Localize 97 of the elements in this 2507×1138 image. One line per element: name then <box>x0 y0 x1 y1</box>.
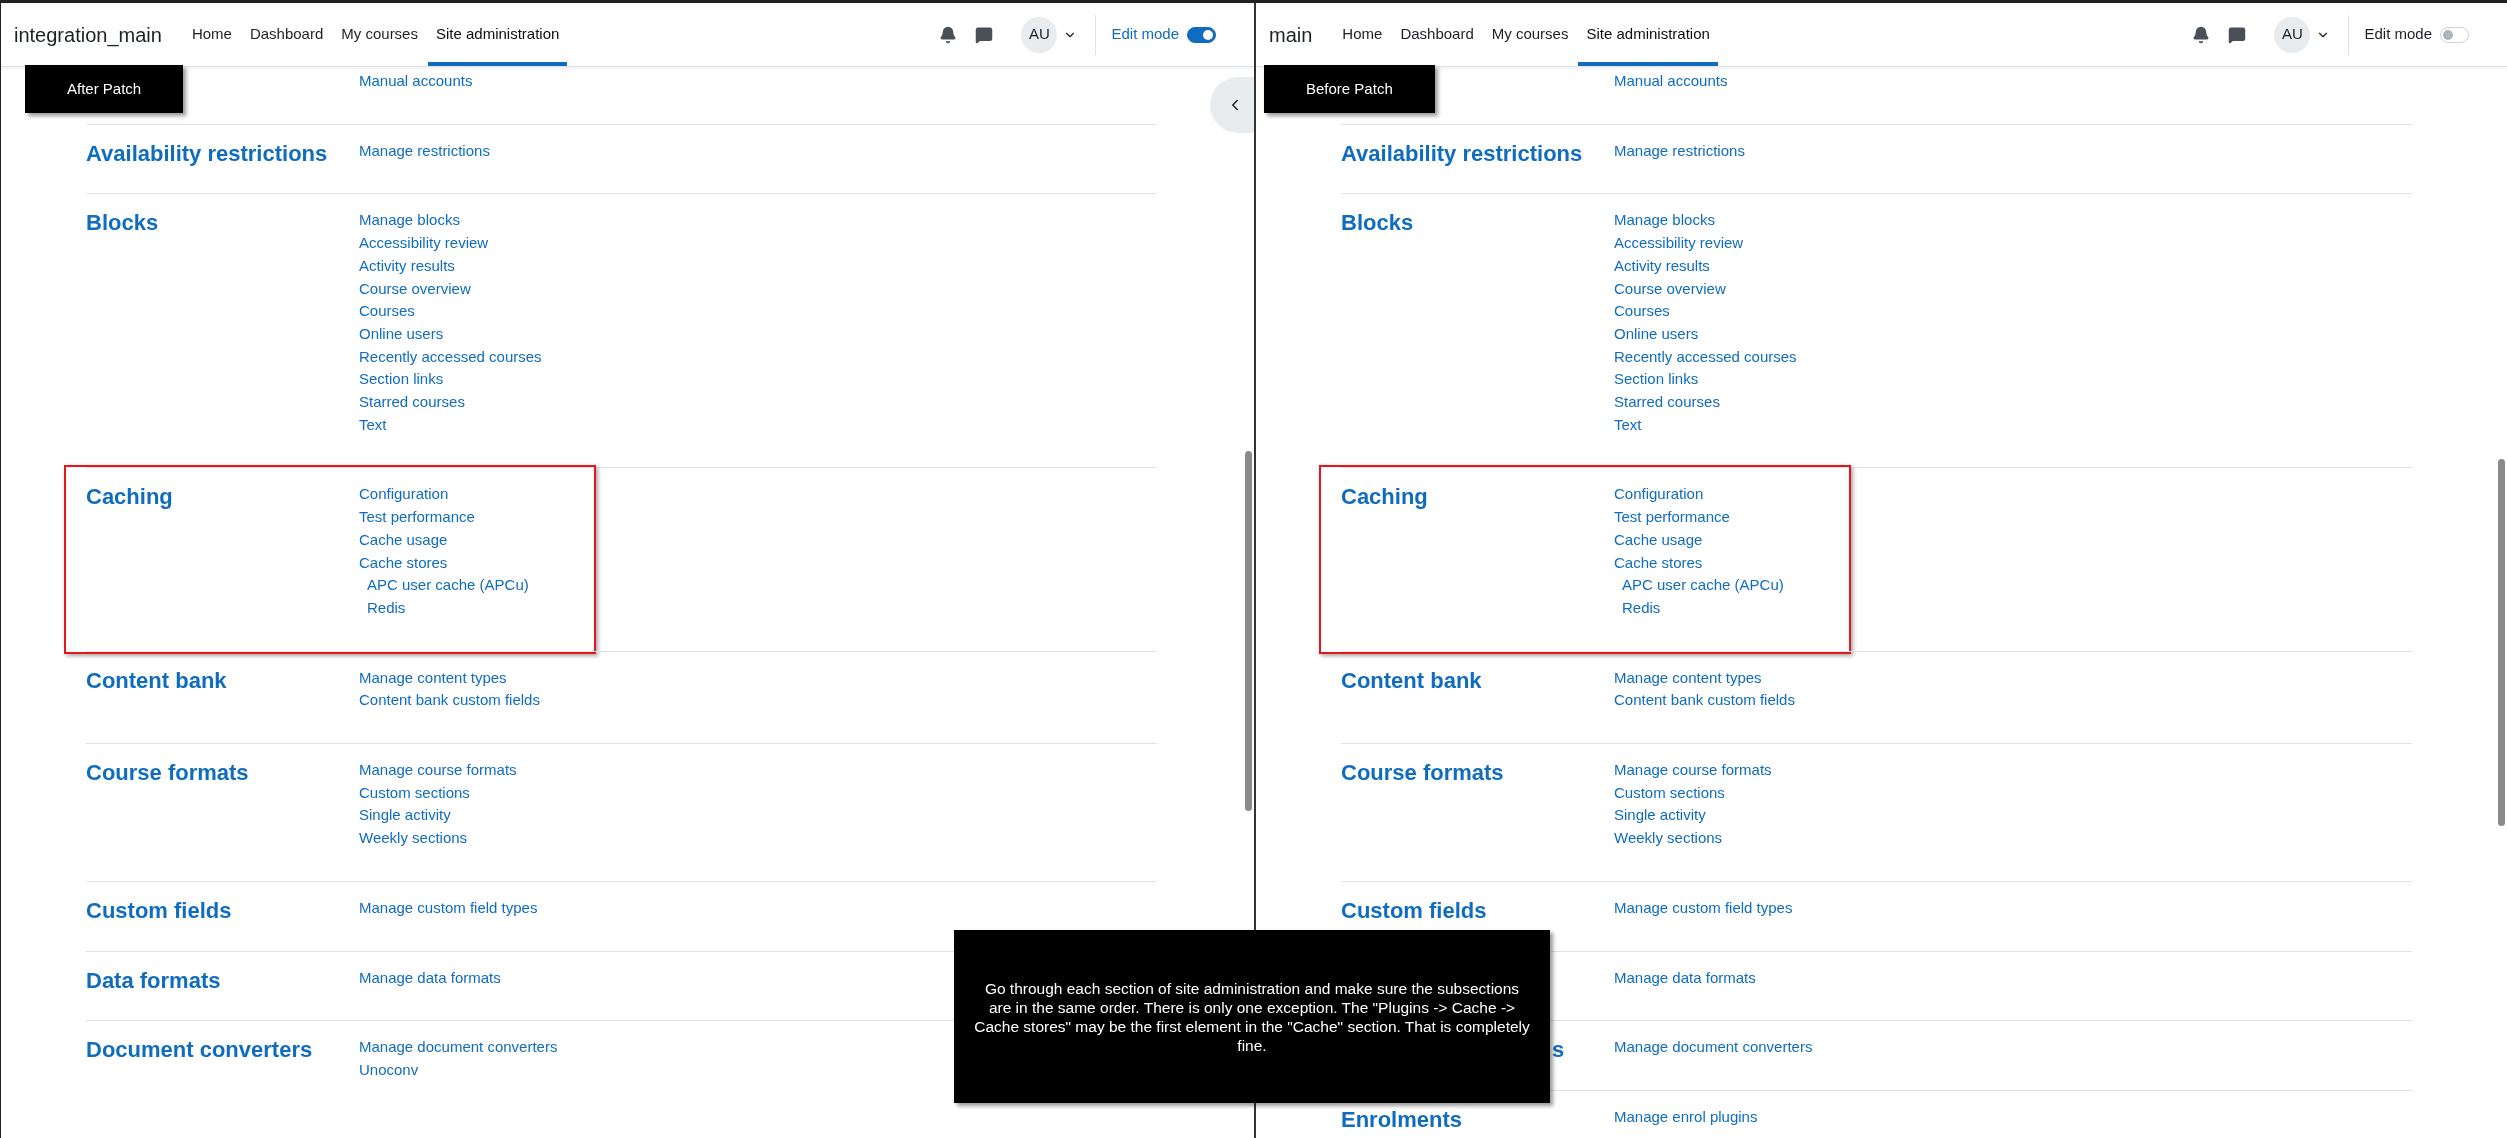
admin-link[interactable]: Courses <box>1614 300 1670 323</box>
section-heading: Availability restrictions <box>1341 139 1583 168</box>
section-heading: Caching <box>1341 483 1428 512</box>
nav-tab[interactable]: Site administration <box>427 3 568 66</box>
edit-mode-label: Edit mode <box>2364 24 2432 45</box>
admin-link[interactable]: Manage custom field types <box>359 896 538 920</box>
section-heading: Availability restrictions <box>86 139 328 168</box>
admin-link[interactable]: Content bank custom fields <box>1614 689 1795 713</box>
section-heading: Course formats <box>1341 759 1504 788</box>
admin-link[interactable]: Content bank custom fields <box>359 689 540 713</box>
admin-link[interactable]: Configuration <box>1614 483 1704 507</box>
admin-link[interactable]: Activity results <box>1614 254 1710 278</box>
edit-mode-toggle[interactable] <box>1187 26 1216 43</box>
admin-link[interactable]: Redis <box>1622 596 1661 620</box>
section-heading: Blocks <box>1341 209 1414 238</box>
nav-tab[interactable]: Dashboard <box>241 3 332 66</box>
admin-link[interactable]: Manage blocks <box>1614 209 1715 233</box>
admin-link[interactable]: Redis <box>367 596 406 620</box>
scrollbar-thumb[interactable] <box>1245 451 1252 811</box>
admin-link[interactable]: Test performance <box>1614 506 1730 529</box>
instruction-note: Go through each section of site administration and make sure the subsections are in the same order. There is only one exception. The "Plugins -> Cache -> Cache stores" may be the first element in the "Cache" section. That is completely fine. <box>954 930 1550 1103</box>
admin-link[interactable]: Accessibility review <box>359 232 489 255</box>
admin-link[interactable]: Manage restrictions <box>359 139 490 163</box>
section-heading: Custom fields <box>86 896 232 925</box>
admin-link[interactable]: Section links <box>1614 368 1699 392</box>
admin-link[interactable]: Manage course formats <box>359 759 517 782</box>
nav-tab[interactable]: Dashboard <box>1392 3 1482 66</box>
patch-label: Before Patch <box>1264 65 1435 113</box>
section-heading: Custom fields <box>1341 896 1487 925</box>
admin-link[interactable]: Unoconv <box>359 1059 419 1082</box>
section-heading: Content bank <box>1341 666 1482 695</box>
section-heading: Enrolments <box>1341 1106 1463 1134</box>
nav-tab[interactable]: Home <box>1334 3 1391 66</box>
section-heading: Caching <box>86 483 173 512</box>
admin-link[interactable]: Course overview <box>359 277 471 301</box>
nav-tab[interactable]: My courses <box>1483 3 1577 66</box>
section-heading: Document converters <box>86 1036 313 1065</box>
section-heading: s <box>1552 1036 1565 1065</box>
bell-icon[interactable] <box>939 25 958 44</box>
admin-link[interactable]: Custom sections <box>359 781 470 805</box>
admin-link[interactable]: Manage custom field types <box>1614 896 1793 920</box>
admin-link[interactable]: Manage document converters <box>1614 1036 1813 1059</box>
admin-link[interactable]: Section links <box>359 368 444 392</box>
admin-link[interactable]: Custom sections <box>1614 781 1725 805</box>
patch-label: After Patch <box>25 65 184 113</box>
admin-link[interactable]: Text <box>1614 413 1642 437</box>
admin-link[interactable]: Starred courses <box>1614 391 1720 414</box>
admin-link[interactable]: Text <box>359 413 387 437</box>
admin-link[interactable]: Starred courses <box>359 391 465 414</box>
admin-link[interactable]: Manage document converters <box>359 1036 558 1059</box>
admin-link[interactable]: Weekly sections <box>1614 827 1723 850</box>
admin-link[interactable]: Cache usage <box>1614 528 1703 552</box>
admin-link[interactable]: Courses <box>359 300 415 323</box>
admin-link[interactable]: Activity results <box>359 254 455 278</box>
nav-tab[interactable]: My courses <box>333 3 426 66</box>
site-name[interactable]: main <box>1269 19 1313 50</box>
section-heading: Blocks <box>86 209 159 238</box>
nav-tab[interactable]: Home <box>183 3 240 66</box>
admin-link[interactable]: Test performance <box>359 506 475 529</box>
site-name[interactable]: integration_main <box>14 19 162 50</box>
chat-icon[interactable] <box>2228 25 2247 44</box>
admin-link[interactable]: Manage restrictions <box>1614 139 1745 163</box>
admin-link[interactable]: Manage enrol plugins <box>1614 1106 1758 1129</box>
admin-link[interactable]: Recently accessed courses <box>1614 345 1797 369</box>
admin-link[interactable]: Single activity <box>1614 804 1706 828</box>
admin-link[interactable]: Configuration <box>359 483 449 507</box>
section-heading: Course formats <box>86 759 249 788</box>
admin-link[interactable]: Manual accounts <box>359 70 473 93</box>
admin-link[interactable]: Manual accounts <box>1614 70 1728 93</box>
bell-icon[interactable] <box>2192 25 2211 44</box>
admin-link[interactable]: Weekly sections <box>359 827 468 850</box>
admin-link[interactable]: Accessibility review <box>1614 232 1744 255</box>
admin-link[interactable]: APC user cache (APCu) <box>367 574 529 597</box>
admin-link[interactable]: Manage blocks <box>359 209 460 233</box>
admin-link[interactable]: APC user cache (APCu) <box>1622 574 1784 597</box>
admin-link[interactable]: Online users <box>1614 322 1699 346</box>
admin-link[interactable]: Online users <box>359 322 444 346</box>
admin-link[interactable]: Cache stores <box>1614 551 1703 575</box>
admin-link[interactable]: Manage content types <box>359 666 507 690</box>
drawer-toggle-button[interactable] <box>1210 77 1254 133</box>
user-avatar[interactable]: AU <box>2274 16 2311 53</box>
user-avatar[interactable]: AU <box>1021 16 1058 53</box>
nav-tab[interactable]: Site administration <box>1578 3 1718 66</box>
admin-link[interactable]: Course overview <box>1614 277 1726 301</box>
section-heading: Data formats <box>86 966 221 995</box>
admin-link[interactable]: Manage data formats <box>1614 966 1756 990</box>
section-heading: Content bank <box>86 666 227 695</box>
admin-link[interactable]: Cache stores <box>359 551 448 575</box>
admin-link[interactable]: Recently accessed courses <box>359 345 542 369</box>
admin-link[interactable]: Manage content types <box>1614 666 1762 690</box>
admin-link[interactable]: Manage data formats <box>359 966 501 990</box>
admin-link[interactable]: Single activity <box>359 804 451 828</box>
chat-icon[interactable] <box>975 25 994 44</box>
admin-link[interactable]: Manage course formats <box>1614 759 1772 782</box>
admin-link[interactable]: Cache usage <box>359 528 448 552</box>
edit-mode-label: Edit mode <box>1111 24 1179 45</box>
scrollbar-thumb[interactable] <box>2498 459 2505 826</box>
